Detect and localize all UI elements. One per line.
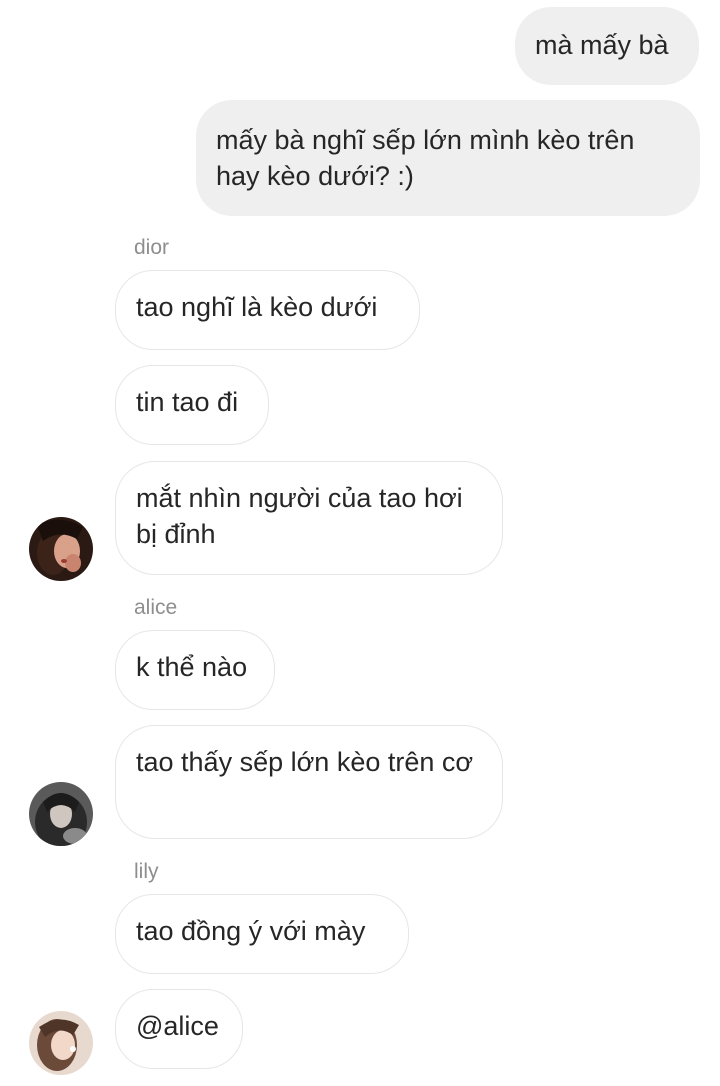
avatar[interactable]	[29, 517, 93, 581]
incoming-message-bubble[interactable]: mắt nhìn người của tao hơi bị đỉnh	[115, 461, 503, 575]
sender-name-lily: lily	[134, 860, 159, 883]
avatar[interactable]	[29, 1011, 93, 1075]
incoming-message-bubble[interactable]: tao đồng ý với mày	[115, 894, 409, 974]
profile-photo-icon	[29, 1011, 93, 1075]
incoming-message-bubble[interactable]: tin tao đi	[115, 365, 269, 445]
avatar[interactable]	[29, 782, 93, 846]
outgoing-message-bubble[interactable]: mà mấy bà	[515, 7, 699, 85]
incoming-message-bubble[interactable]: k thể nào	[115, 630, 275, 710]
sender-name-dior: dior	[134, 236, 170, 259]
profile-photo-icon	[29, 782, 93, 846]
incoming-message-bubble[interactable]: @alice	[115, 989, 243, 1069]
outgoing-message-bubble[interactable]: mấy bà nghĩ sếp lớn mình kèo trên hay kè…	[196, 100, 700, 216]
sender-name-alice: alice	[134, 596, 178, 619]
incoming-message-bubble[interactable]: tao nghĩ là kèo dưới	[115, 270, 420, 350]
incoming-message-bubble[interactable]: tao thấy sếp lớn kèo trên cơ	[115, 725, 503, 839]
profile-photo-icon	[29, 517, 93, 581]
